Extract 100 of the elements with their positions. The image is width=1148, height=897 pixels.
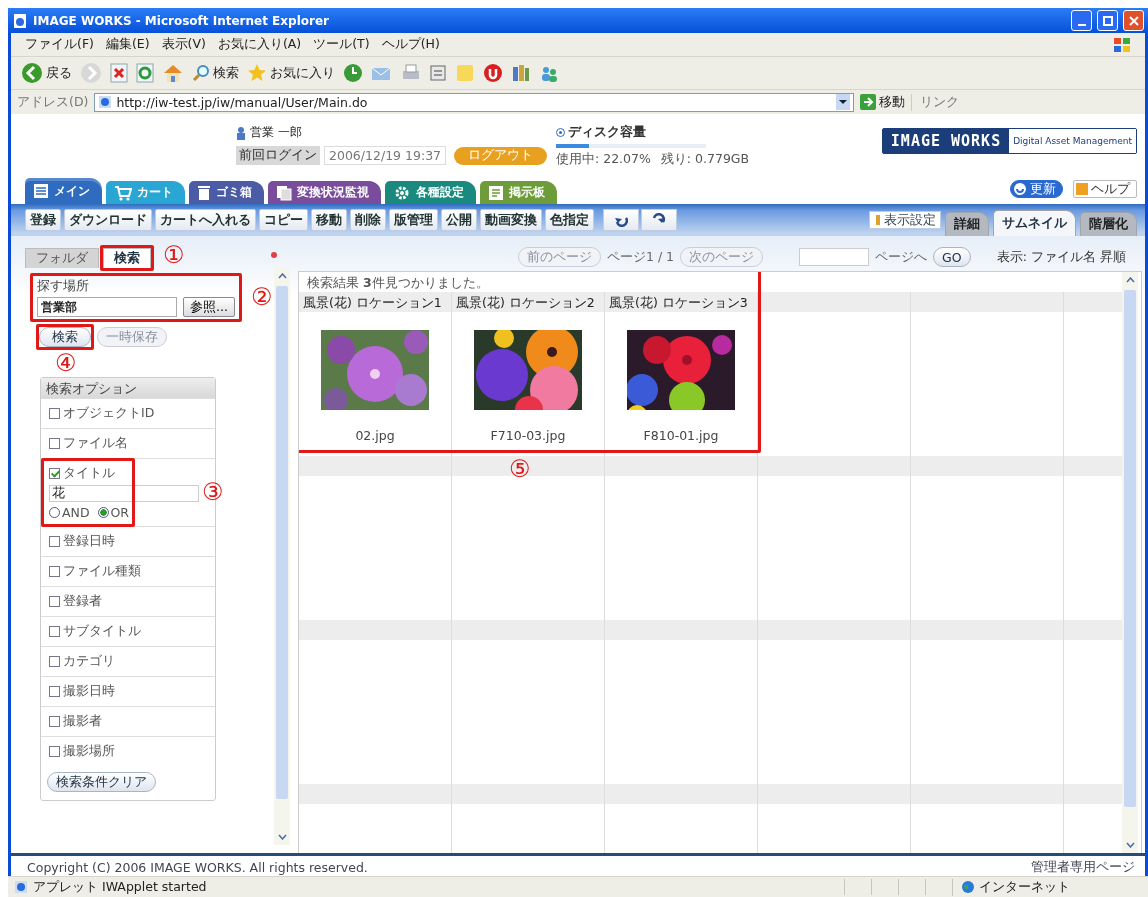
clear-button[interactable]: 検索条件クリア (47, 772, 156, 792)
go-button[interactable]: GO (933, 247, 971, 267)
option-label: 登録日時 (63, 533, 115, 550)
disk-remaining: 残り: 0.779GB (660, 151, 750, 168)
refresh-button[interactable]: 更新 (1010, 180, 1063, 198)
home-icon[interactable] (162, 63, 184, 83)
view-tab[interactable]: 階層化 (1080, 212, 1137, 236)
main-tab[interactable]: ゴミ箱 (189, 181, 264, 204)
page-field[interactable] (799, 248, 870, 266)
location-field[interactable]: 営業部 (37, 297, 177, 317)
scrollbar[interactable] (274, 268, 290, 845)
document-icon (276, 184, 292, 201)
minimize-icon (1077, 23, 1086, 26)
address-field[interactable]: http://iw-test.jp/iw/manual/User/Main.do (94, 92, 855, 112)
history-icon[interactable] (343, 63, 363, 83)
action-button[interactable]: 版管理 (389, 209, 438, 231)
action-button[interactable]: 動画変換 (480, 209, 542, 231)
menu-item[interactable]: 表示(V) (161, 36, 206, 53)
redo-button[interactable] (641, 209, 677, 231)
scrollbar[interactable] (1122, 272, 1138, 853)
action-button[interactable]: コピー (259, 209, 308, 231)
checkbox[interactable] (49, 408, 60, 419)
annotation-number: ③ (202, 479, 224, 505)
power-icon[interactable] (483, 63, 503, 83)
checkbox[interactable] (49, 438, 60, 449)
checkbox[interactable] (49, 656, 60, 667)
radio-button[interactable] (49, 507, 60, 518)
view-tab[interactable]: サムネイル (993, 210, 1076, 236)
checkbox[interactable] (49, 536, 60, 547)
board-icon (488, 184, 504, 201)
maximize-button[interactable] (1097, 10, 1118, 31)
back-button[interactable]: 戻る (21, 62, 72, 84)
chevron-down-icon (1125, 842, 1135, 848)
edit-icon[interactable] (429, 64, 447, 82)
action-button[interactable]: 移動 (311, 209, 347, 231)
annotation-number: ① (163, 242, 185, 268)
annotation-number: ④ (55, 350, 77, 376)
refresh-icon[interactable] (136, 63, 154, 83)
links-label[interactable]: リンク (911, 93, 960, 111)
side-tab[interactable]: 検索 (103, 248, 151, 268)
page-field-label: ページへ (875, 248, 928, 266)
action-button[interactable]: 色指定 (545, 209, 594, 231)
option-label: タイトル (63, 465, 115, 482)
maximize-icon (1102, 15, 1113, 26)
main-tab[interactable]: メイン (25, 178, 102, 204)
minimize-button[interactable] (1071, 10, 1092, 31)
menu-item[interactable]: お気に入り(A) (217, 36, 302, 53)
help-button[interactable]: ヘルプ (1073, 180, 1137, 198)
result-summary: 検索結果 3件見つかりました。 (306, 274, 490, 292)
title-field[interactable]: 花 (49, 485, 199, 502)
display-settings-button[interactable]: 表示設定 (869, 211, 941, 229)
annotation-frame (36, 324, 94, 350)
radio-button[interactable] (97, 507, 109, 518)
chevron-up-icon (1125, 277, 1135, 283)
action-button[interactable]: カートへ入れる (155, 209, 256, 231)
address-label: アドレス(D) (17, 93, 89, 111)
location-label: 探す場所 (37, 278, 90, 295)
action-button[interactable]: 公開 (441, 209, 477, 231)
dropdown-icon (836, 94, 851, 110)
go-button[interactable]: 移動 (860, 93, 906, 111)
gear-icon (393, 184, 411, 201)
option-label: 登録者 (63, 593, 102, 610)
option-label: カテゴリ (63, 653, 115, 670)
thumbnail-title: 風景(花) ロケーション1 (299, 292, 451, 312)
status-text: アプレット IWApplet started (33, 878, 207, 896)
menu-item[interactable]: 編集(E) (105, 36, 150, 53)
search-button[interactable]: 検索 (192, 64, 239, 82)
radio-label: AND (62, 505, 90, 520)
search-button[interactable]: 検索 (39, 327, 91, 347)
option-label: 撮影日時 (63, 683, 115, 700)
thumbnail-title: 風景(花) ロケーション3 (605, 292, 757, 312)
admin-link[interactable]: 管理者専用ページ (1031, 859, 1135, 876)
checkbox[interactable] (49, 596, 60, 607)
main-tab[interactable]: 変換状況監視 (268, 181, 381, 204)
checkbox[interactable] (49, 716, 60, 727)
checkbox[interactable] (49, 686, 60, 697)
main-tab[interactable]: 各種設定 (385, 181, 476, 204)
page-icon (12, 12, 28, 29)
action-button[interactable]: 削除 (350, 209, 386, 231)
page-indicator: ページ1 / 1 (607, 248, 675, 266)
menu-item[interactable]: ファイル(F) (25, 36, 94, 53)
favorites-button[interactable]: お気に入り (247, 63, 335, 83)
checkbox[interactable] (49, 746, 60, 757)
menu-item[interactable]: ヘルプ(H) (381, 36, 440, 53)
action-button[interactable]: ダウンロード (64, 209, 152, 231)
stop-icon[interactable] (110, 63, 128, 83)
checkbox[interactable] (49, 626, 60, 637)
view-tab[interactable]: 詳細 (945, 212, 989, 236)
close-button[interactable] (1123, 10, 1144, 31)
arrow-icon (860, 94, 877, 110)
undo-button[interactable] (603, 209, 639, 231)
books-icon[interactable] (511, 63, 531, 83)
side-tab[interactable]: フォルダ (25, 248, 99, 268)
chevron-up-icon (277, 273, 287, 279)
menu-item[interactable]: ツール(T) (313, 36, 370, 53)
checkbox[interactable] (49, 468, 60, 479)
browse-button[interactable]: 参照... (183, 297, 235, 317)
user-name: 営業 一郎 (250, 124, 302, 141)
checkbox[interactable] (49, 566, 60, 577)
action-button[interactable]: 登録 (25, 209, 61, 231)
